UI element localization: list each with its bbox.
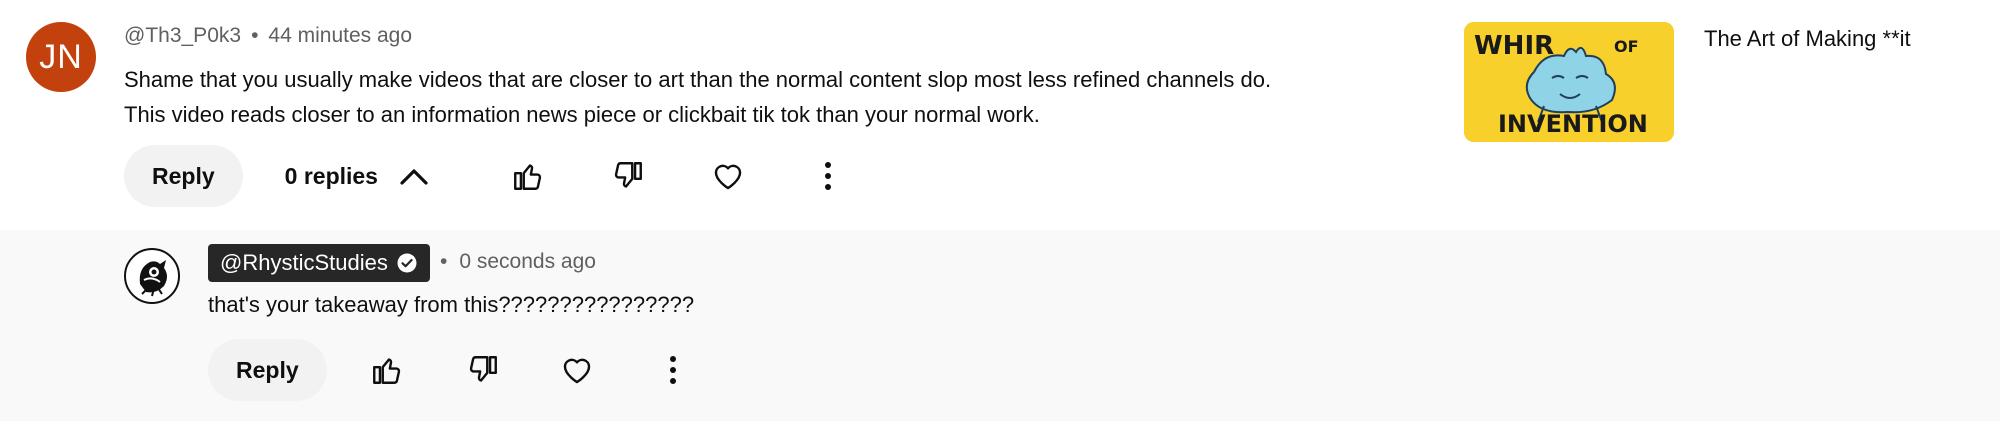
- thumbs-down-icon: [614, 162, 642, 188]
- reply-author-chip[interactable]: @RhysticStudies: [208, 244, 430, 282]
- replies-toggle[interactable]: 0 replies: [285, 163, 428, 190]
- reply-time[interactable]: 0 seconds ago: [459, 250, 596, 273]
- comment-thread: JN @Th3_P0k3 • 44 minutes ago Shame that y…: [0, 0, 2000, 230]
- separator-dot: •: [440, 250, 448, 273]
- avatar[interactable]: JN: [26, 22, 96, 92]
- more-vert-icon: [824, 162, 831, 190]
- reply-author: @RhysticStudies: [220, 250, 388, 275]
- reply-text: that's your takeaway from this??????????…: [208, 292, 695, 317]
- dislike-button[interactable]: [604, 152, 652, 200]
- thumbs-up-icon: [372, 358, 400, 384]
- replies-count: 0 replies: [284, 162, 378, 189]
- like-button[interactable]: [504, 152, 552, 200]
- heart-icon: [714, 164, 742, 190]
- thumbnail-text-line-1: WHIR: [1474, 31, 1554, 61]
- more-options-button[interactable]: [649, 346, 697, 394]
- reply-avatar[interactable]: [124, 248, 180, 304]
- more-vert-icon: [669, 356, 676, 384]
- reply-header: • 0 seconds ago: [440, 250, 596, 274]
- reply-button[interactable]: Reply: [208, 339, 327, 401]
- reply-actions: Reply: [208, 338, 697, 402]
- heart-button[interactable]: [553, 346, 601, 394]
- comment-header: @Th3_P0k3 • 44 minutes ago: [124, 24, 412, 48]
- thumbnail-art: WHIR OF INVENTION: [1464, 22, 1674, 142]
- separator-dot: •: [251, 24, 259, 47]
- heart-button[interactable]: [704, 152, 752, 200]
- comment-time[interactable]: 44 minutes ago: [268, 24, 412, 47]
- thumbs-down-icon: [469, 356, 497, 382]
- dislike-button[interactable]: [459, 346, 507, 394]
- verified-check-icon: [397, 253, 417, 273]
- like-button[interactable]: [363, 346, 411, 394]
- video-thumbnail[interactable]: WHIR OF INVENTION: [1464, 22, 1674, 142]
- more-options-button[interactable]: [804, 152, 852, 200]
- reply-button[interactable]: Reply: [124, 145, 243, 207]
- video-title[interactable]: The Art of Making **it: [1704, 26, 1911, 52]
- thumbnail-text-line-2: OF: [1614, 37, 1639, 56]
- heart-icon: [563, 358, 590, 384]
- comment-actions: Reply 0 replies: [124, 145, 852, 207]
- chevron-up-icon: [400, 169, 428, 185]
- thumbnail-text-line-3: INVENTION: [1498, 110, 1648, 138]
- comment-text: Shame that you usually make videos that …: [124, 67, 1272, 127]
- comment-author[interactable]: @Th3_P0k3: [124, 24, 241, 47]
- owl-logo-icon: [128, 252, 176, 300]
- thumbs-up-icon: [514, 164, 542, 190]
- avatar-initials: JN: [39, 37, 83, 76]
